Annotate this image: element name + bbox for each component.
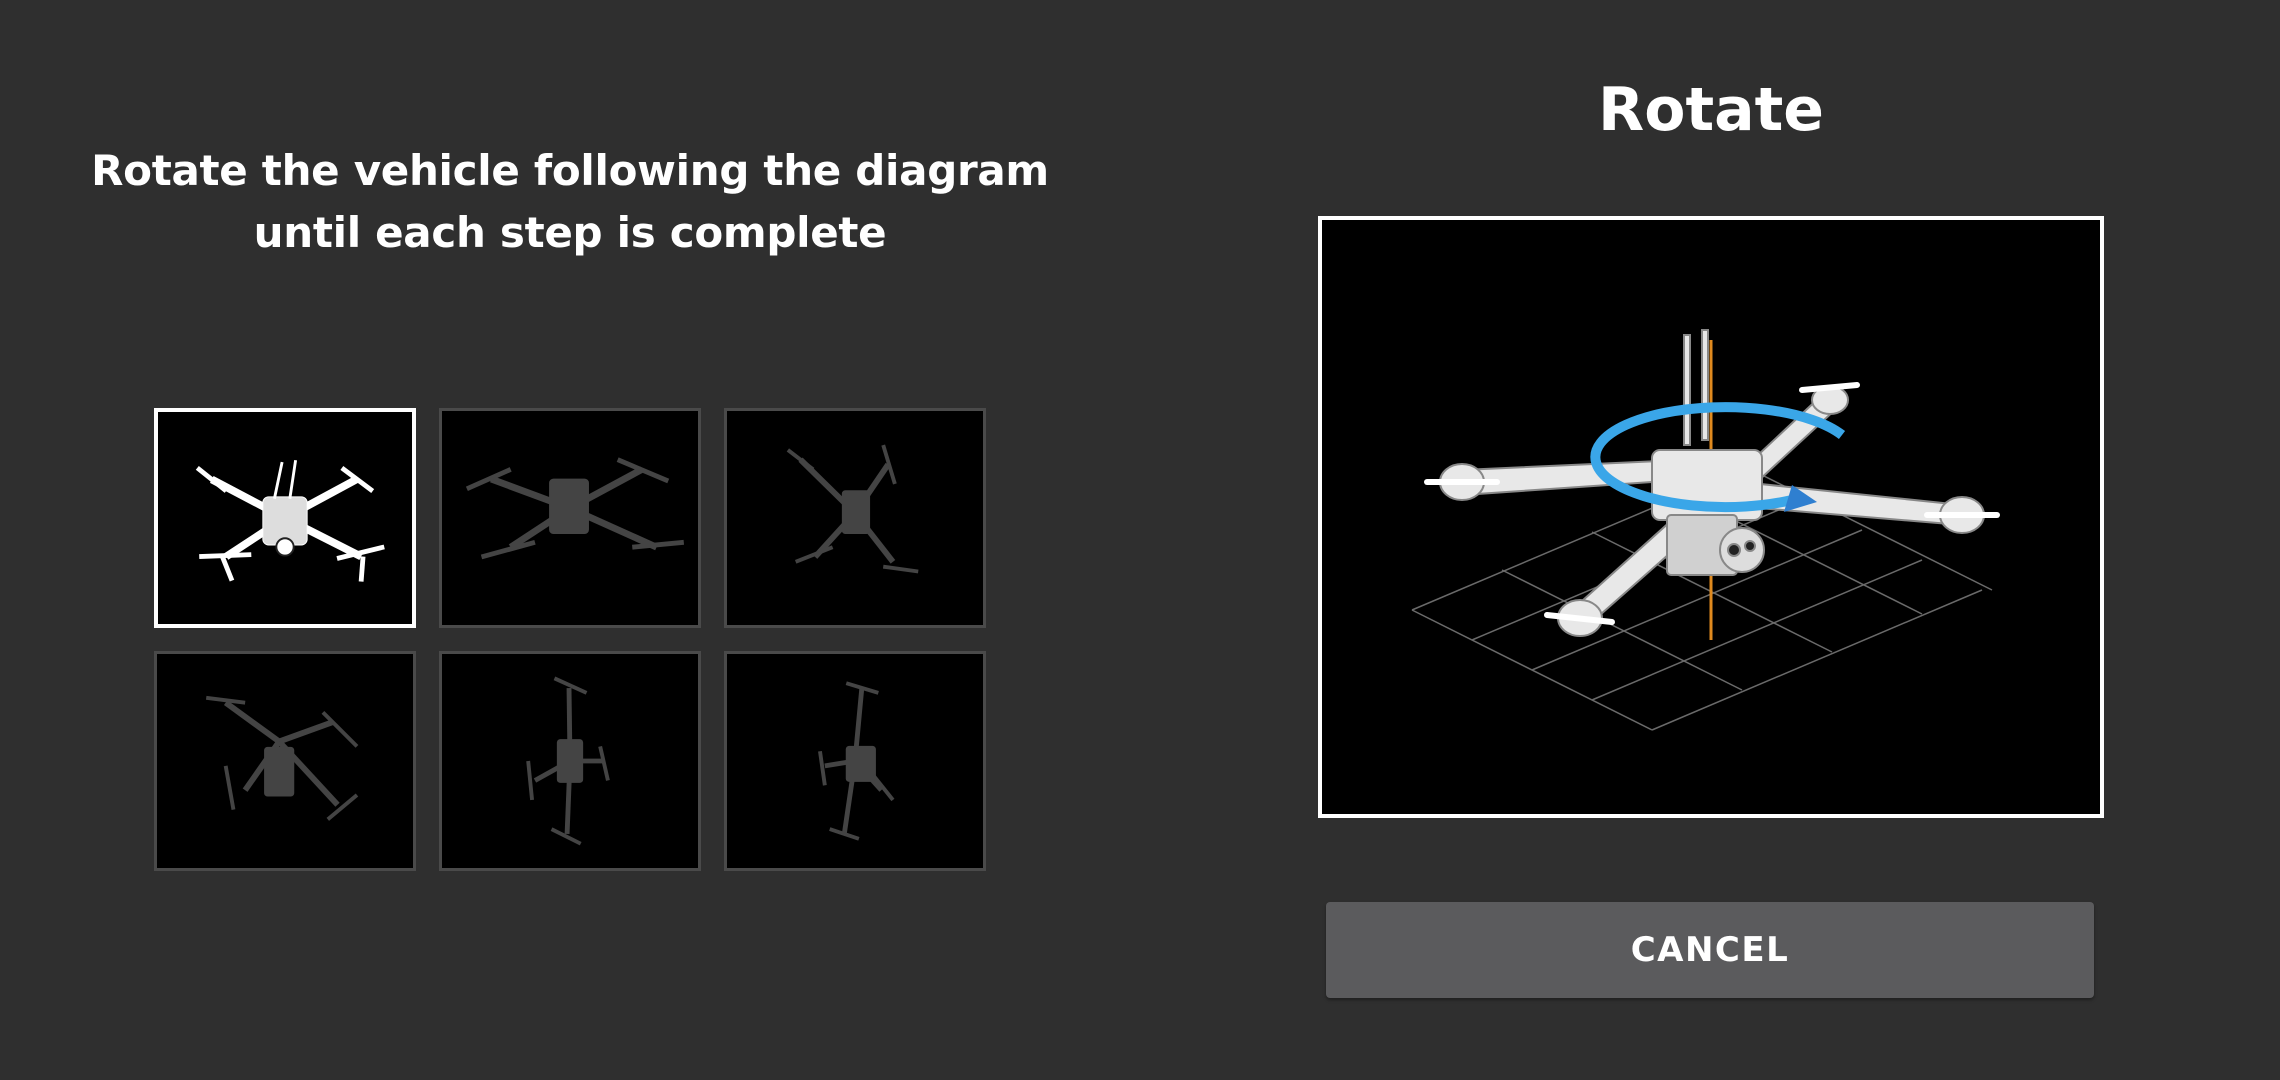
rotation-preview	[1318, 216, 2104, 818]
step-tile-5	[439, 651, 701, 871]
drone-orientation-icon	[205, 695, 359, 821]
step-tile-2	[439, 408, 701, 628]
drone-orientation-icon	[818, 681, 895, 841]
step-tile-6	[724, 651, 986, 871]
drone-orientation-icon	[526, 676, 610, 846]
drone-orientation-icon	[786, 444, 919, 574]
step-tile-4	[154, 651, 416, 871]
instruction-text: Rotate the vehicle following the diagram…	[91, 146, 1049, 257]
drone-rotate-diagram-icon	[1411, 329, 2000, 731]
step-tile-1	[154, 408, 416, 628]
drone-orientation-icon	[465, 457, 685, 560]
panel-title: Rotate	[1598, 75, 1824, 145]
cancel-button[interactable]: CANCEL	[1326, 902, 2094, 998]
drone-orientation-icon	[195, 459, 385, 582]
step-tile-3	[724, 408, 986, 628]
